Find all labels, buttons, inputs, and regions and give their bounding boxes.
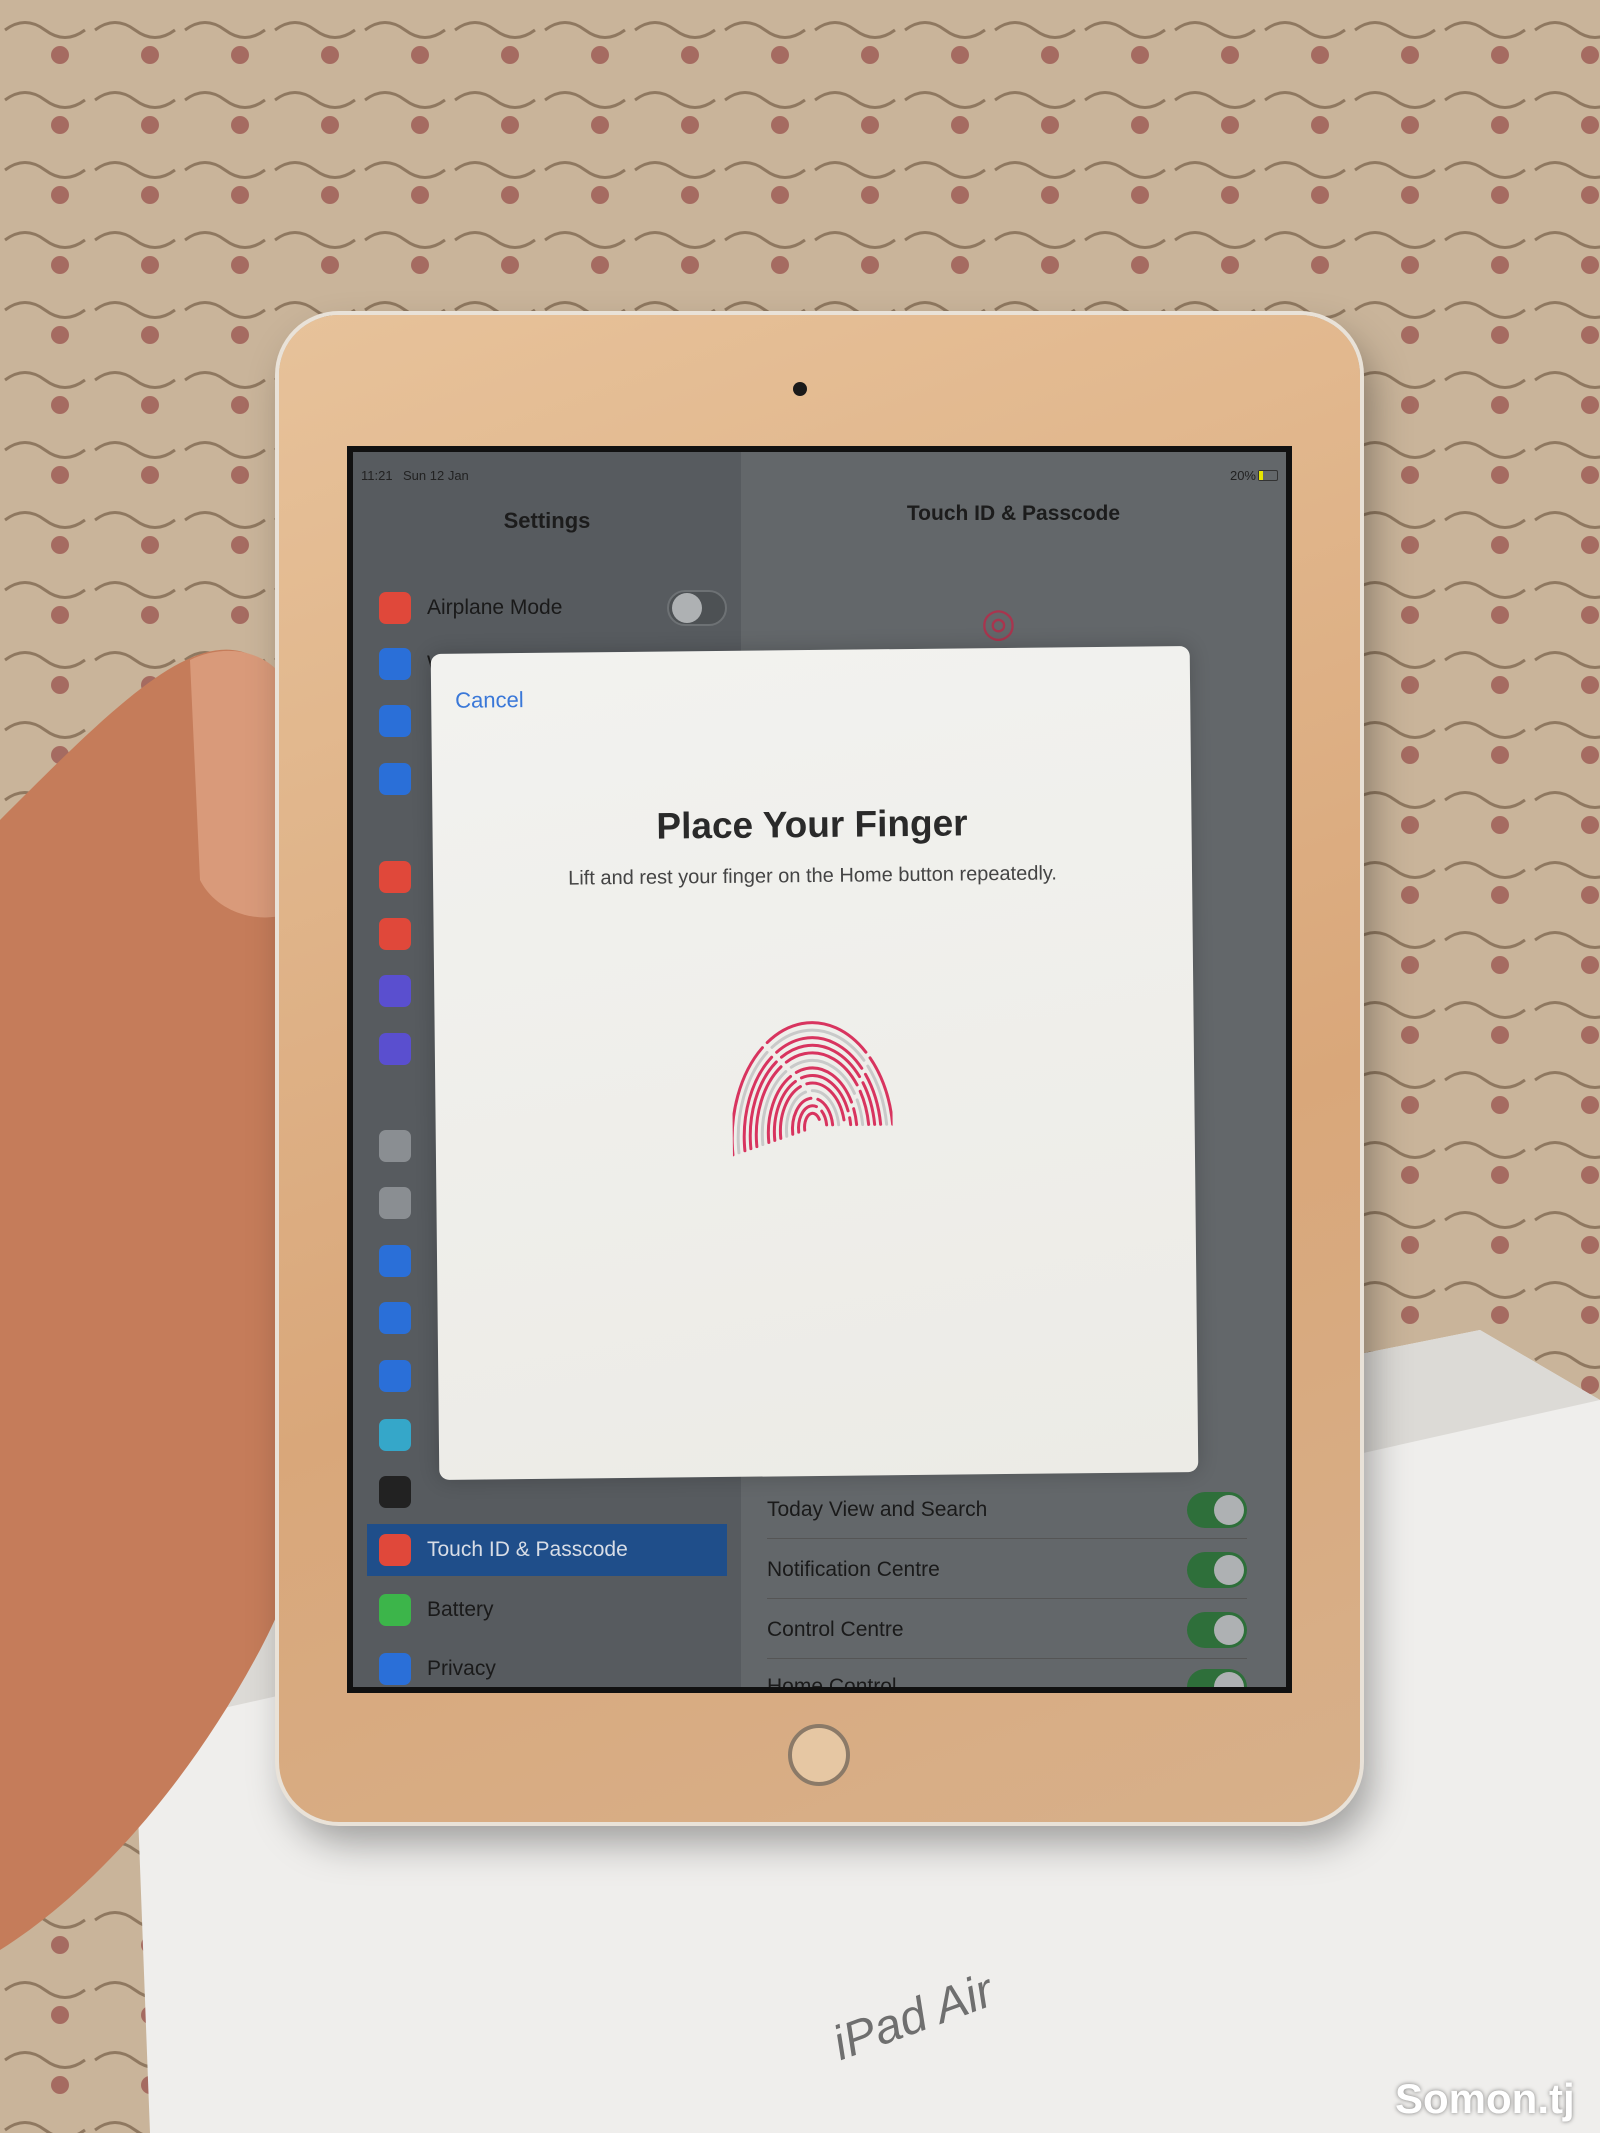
detail-row-label: Today View and Search [767,1498,988,1521]
home-button[interactable] [788,1724,850,1786]
detail-title: Touch ID & Passcode [906,502,1121,525]
detail-row: Control Centre [767,1602,1247,1659]
display-icon [379,1245,411,1277]
wallpaper-icon [379,1419,411,1451]
status-time: 11:21 [361,468,393,483]
touch-id-enroll-dialog: Cancel Place Your Finger Lift and rest y… [430,646,1199,1480]
general-icon [379,1130,411,1162]
detail-row-label: Notification Centre [767,1558,940,1581]
cancel-button[interactable]: Cancel [455,687,524,714]
vpn-icon [379,763,411,795]
front-camera [793,382,807,396]
detail-row-label: Home Control [767,1675,897,1693]
detail-row-toggle[interactable] [1187,1669,1247,1687]
airplane-mode-toggle[interactable] [667,590,727,626]
detail-row: Notification Centre [767,1542,1247,1599]
airplane-icon [379,592,411,624]
fingerprint-icon [731,1021,894,1157]
status-date: Sun 12 Jan [403,468,469,483]
sounds-icon [379,918,411,950]
watermark: Somon.tj [1395,2075,1575,2122]
bluetooth-icon [379,705,411,737]
sidebar-item[interactable]: Battery [367,1584,727,1636]
detail-row: Today View and Search [767,1482,1247,1539]
hand-icon [379,1653,411,1685]
fingerprint-ridge [803,1111,823,1132]
sidebar-item-label: Touch ID & Passcode [427,1538,628,1561]
battery-icon [379,1594,411,1626]
dialog-title: Place Your Finger [656,802,968,847]
sidebar-item[interactable]: Privacy [367,1643,727,1687]
sidebar-item-label: Privacy [427,1657,496,1680]
fingerprint-ridge [797,1104,829,1134]
sidebar-item-label: Airplane Mode [427,596,563,619]
battery-icon [1258,470,1278,481]
control-centre-icon [379,1187,411,1219]
dialog-subtitle: Lift and rest your finger on the Home bu… [568,862,1058,890]
wifi-icon [379,648,411,680]
detail-row: Home Control [767,1659,1247,1693]
detail-row-toggle[interactable] [1187,1612,1247,1648]
do-not-disturb-icon [379,975,411,1007]
siri-icon [379,1476,411,1508]
fingerprint-icon [379,1534,411,1566]
sidebar-item[interactable]: Airplane Mode [367,582,727,634]
notifications-icon [379,861,411,893]
detail-row-toggle[interactable] [1187,1492,1247,1528]
home-screen-icon [379,1302,411,1334]
battery-percent: 20% [1229,468,1256,483]
sidebar-title: Settings [503,508,591,533]
fingerprint-icon: ◎ [981,601,1016,645]
sidebar-item-label: Battery [427,1598,494,1621]
detail-row-toggle[interactable] [1187,1552,1247,1588]
screen-time-icon [379,1033,411,1065]
accessibility-icon [379,1360,411,1392]
sidebar-item[interactable]: Touch ID & Passcode [367,1524,727,1576]
detail-row-label: Control Centre [767,1618,904,1641]
